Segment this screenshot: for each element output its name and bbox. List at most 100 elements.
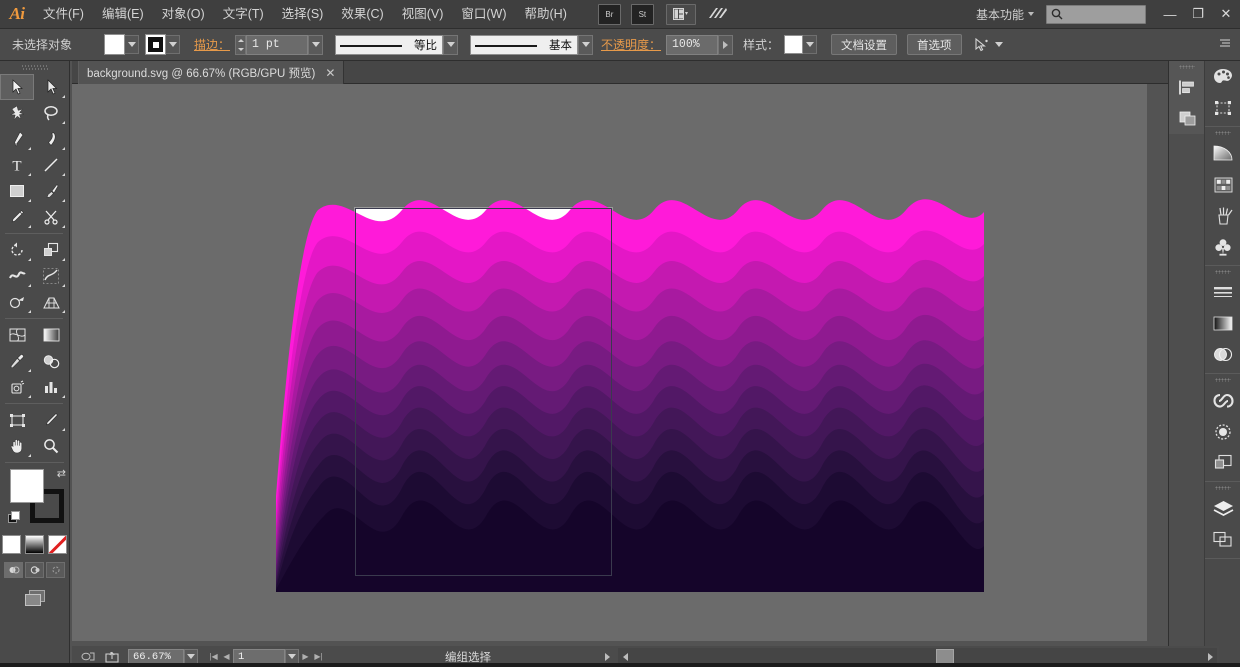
- stroke-weight-label[interactable]: 描边：: [194, 36, 230, 53]
- align-panel-icon[interactable]: [1169, 72, 1205, 103]
- curvature-tool[interactable]: [34, 126, 68, 152]
- cc-libraries-panel-icon[interactable]: [1205, 385, 1240, 416]
- free-transform-tool[interactable]: [34, 263, 68, 289]
- graphic-style-swatch[interactable]: [784, 35, 803, 54]
- menu-type[interactable]: 文字(T): [214, 0, 273, 29]
- fill-swatch-group[interactable]: [104, 34, 139, 55]
- transparency-panel-icon[interactable]: [1205, 339, 1240, 370]
- dock-grip-1[interactable]: [1169, 61, 1204, 72]
- width-tool[interactable]: [0, 263, 34, 289]
- rectangle-tool[interactable]: [0, 178, 34, 204]
- pencil-tool[interactable]: [0, 204, 34, 230]
- artboards-panel-icon[interactable]: [1205, 524, 1240, 555]
- scissors-tool[interactable]: [34, 204, 68, 230]
- default-fill-stroke-icon[interactable]: [8, 511, 21, 524]
- arrange-documents-icon[interactable]: [666, 4, 696, 25]
- menu-object[interactable]: 对象(O): [153, 0, 214, 29]
- eyedropper-tool[interactable]: [0, 348, 34, 374]
- workspace-switcher-label[interactable]: 基本功能: [976, 6, 1024, 23]
- menu-edit[interactable]: 编辑(E): [93, 0, 153, 29]
- stroke-weight-dropdown-button[interactable]: [308, 35, 323, 55]
- document-tab[interactable]: background.svg @ 66.67% (RGB/GPU 预览) ✕: [78, 61, 344, 84]
- shape-builder-tool[interactable]: [0, 289, 34, 315]
- dock-grip-5[interactable]: [1205, 482, 1240, 493]
- stock-icon[interactable]: St: [631, 4, 654, 25]
- slice-tool[interactable]: [34, 407, 68, 433]
- menu-file[interactable]: 文件(F): [34, 0, 93, 29]
- select-similar-objects-icon[interactable]: [974, 38, 1003, 52]
- color-mode-none[interactable]: [48, 535, 67, 554]
- window-minimize-button[interactable]: —: [1156, 0, 1184, 29]
- layers-panel-icon[interactable]: [1205, 493, 1240, 524]
- line-segment-tool[interactable]: [34, 152, 68, 178]
- toolbar-fill-swatch[interactable]: [10, 469, 44, 503]
- document-tab-close-icon[interactable]: ✕: [325, 66, 335, 80]
- brush-definition-select[interactable]: 基本: [470, 35, 578, 55]
- menu-effect[interactable]: 效果(C): [332, 0, 392, 29]
- search-input[interactable]: [1046, 5, 1146, 24]
- stroke-dropdown-button[interactable]: [166, 35, 180, 54]
- graphic-style-dropdown-button[interactable]: [803, 35, 817, 54]
- fill-swatch[interactable]: [104, 34, 125, 55]
- opacity-dropdown-button[interactable]: [718, 35, 733, 55]
- appearance-panel-icon[interactable]: [1205, 416, 1240, 447]
- menu-help[interactable]: 帮助(H): [516, 0, 576, 29]
- mesh-tool[interactable]: [0, 322, 34, 348]
- magic-wand-tool[interactable]: [0, 100, 34, 126]
- gradient-panel-icon[interactable]: [1205, 138, 1240, 169]
- scale-tool[interactable]: [34, 237, 68, 263]
- window-restore-button[interactable]: ❐: [1184, 0, 1212, 29]
- stroke-swatch-group[interactable]: [145, 34, 180, 55]
- color-panel-icon[interactable]: [1205, 61, 1240, 92]
- paintbrush-tool[interactable]: [34, 178, 68, 204]
- blend-tool[interactable]: [34, 348, 68, 374]
- lasso-tool[interactable]: [34, 100, 68, 126]
- draw-inside[interactable]: [46, 562, 65, 578]
- zoom-tool[interactable]: [34, 433, 68, 459]
- opacity-input[interactable]: 100%: [666, 35, 718, 55]
- gradient2-panel-icon[interactable]: [1205, 308, 1240, 339]
- color-mode-gradient[interactable]: [25, 535, 44, 554]
- selection-tool[interactable]: [0, 74, 34, 100]
- symbol-sprayer-tool[interactable]: [0, 374, 34, 400]
- workspace-chevron-down-icon[interactable]: [1028, 12, 1034, 16]
- type-tool[interactable]: T: [0, 152, 34, 178]
- control-bar-overflow-icon[interactable]: [1218, 38, 1232, 51]
- pathfinder-panel-icon[interactable]: [1169, 103, 1205, 134]
- document-setup-button[interactable]: 文档设置: [831, 34, 897, 55]
- swatches-panel-icon[interactable]: [1205, 169, 1240, 200]
- artwork-wave-background[interactable]: [276, 196, 984, 592]
- color-mode-solid[interactable]: [2, 535, 21, 554]
- window-close-button[interactable]: ✕: [1212, 0, 1240, 29]
- graphic-styles-panel-icon[interactable]: [1205, 447, 1240, 478]
- rotate-tool[interactable]: [0, 237, 34, 263]
- screen-mode-button[interactable]: [0, 588, 69, 607]
- column-graph-tool[interactable]: [34, 374, 68, 400]
- preferences-button[interactable]: 首选项: [907, 34, 962, 55]
- brush-definition-dropdown-button[interactable]: [578, 35, 593, 55]
- stroke-panel-icon[interactable]: [1205, 277, 1240, 308]
- dock-grip-4[interactable]: [1205, 374, 1240, 385]
- pen-tool[interactable]: [0, 126, 34, 152]
- artboard-tool[interactable]: [0, 407, 34, 433]
- draw-behind[interactable]: [25, 562, 44, 578]
- gradient-tool[interactable]: [34, 322, 68, 348]
- canvas-area[interactable]: [72, 84, 1147, 641]
- perspective-grid-tool[interactable]: [34, 289, 68, 315]
- menu-view[interactable]: 视图(V): [393, 0, 453, 29]
- stroke-profile-select[interactable]: 等比: [335, 35, 443, 55]
- fill-dropdown-button[interactable]: [125, 35, 139, 54]
- dock-grip-2[interactable]: [1205, 127, 1240, 138]
- transform-panel-icon[interactable]: [1205, 92, 1240, 123]
- menu-window[interactable]: 窗口(W): [452, 0, 515, 29]
- bridge-icon[interactable]: Br: [598, 4, 621, 25]
- horizontal-scroll-thumb[interactable]: [936, 649, 954, 664]
- menu-select[interactable]: 选择(S): [273, 0, 333, 29]
- stroke-weight-stepper[interactable]: [235, 35, 246, 55]
- stroke-weight-input[interactable]: 1 pt: [246, 35, 308, 55]
- stroke-swatch[interactable]: [145, 34, 166, 55]
- swap-fill-stroke-icon[interactable]: ⇄: [57, 467, 66, 480]
- dock-grip-3[interactable]: [1205, 266, 1240, 277]
- direct-selection-tool[interactable]: [34, 74, 68, 100]
- draw-normal[interactable]: [4, 562, 23, 578]
